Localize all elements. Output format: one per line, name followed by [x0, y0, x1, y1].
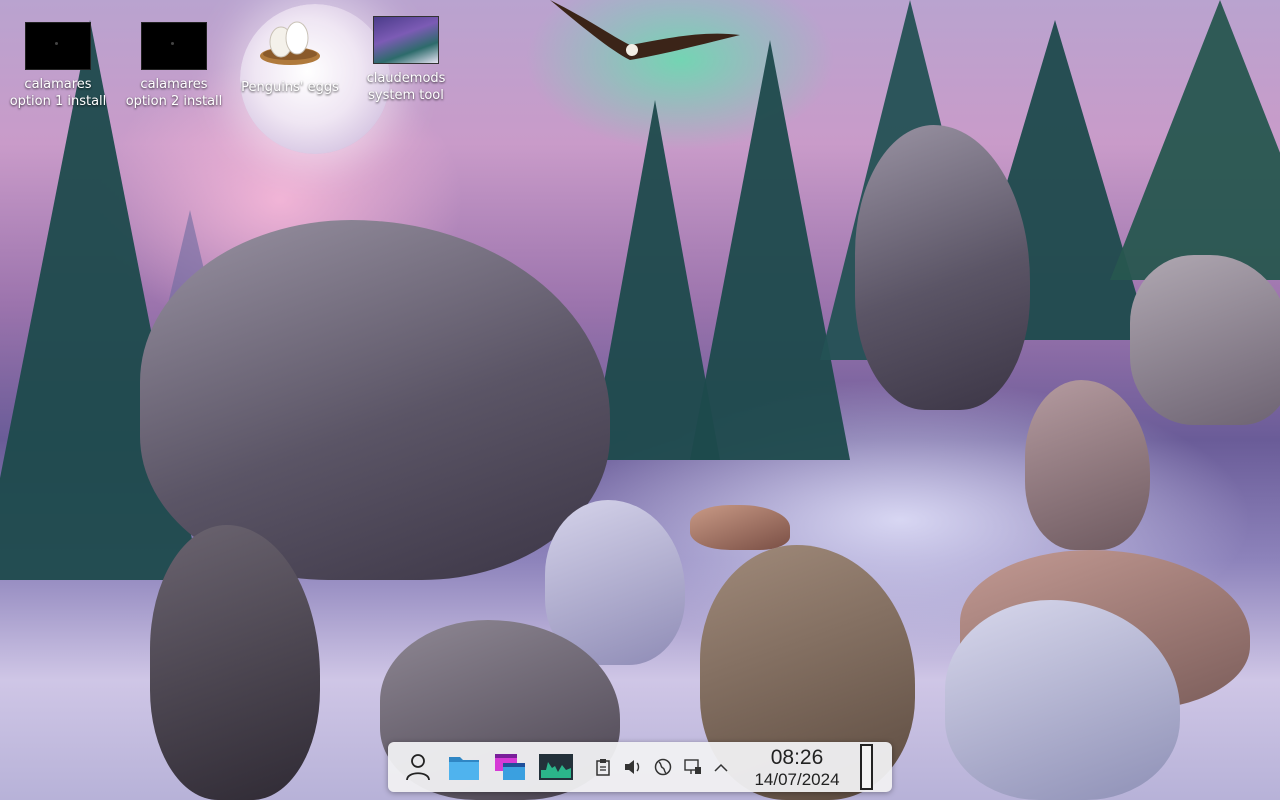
expand-tray-button[interactable] — [710, 756, 732, 778]
system-monitor-icon — [539, 754, 573, 780]
calamares-thumbnail-icon — [141, 22, 207, 70]
clipboard-tray-button[interactable] — [592, 756, 614, 778]
desktop-icon-label: calamares — [24, 77, 92, 92]
folder-icon — [449, 757, 479, 780]
desktop: calamares option 1 install calamares opt… — [0, 0, 1280, 800]
show-desktop-button[interactable] — [860, 744, 873, 790]
clipboard-icon — [596, 759, 610, 776]
desktop-icon-label: system tool — [368, 88, 444, 103]
desktop-icon-calamares-option-2[interactable]: calamares option 2 install — [119, 22, 229, 110]
window-switcher-button[interactable] — [490, 747, 530, 787]
display-network-icon — [684, 759, 701, 774]
display-network-tray-button[interactable] — [682, 756, 704, 778]
calamares-thumbnail-icon — [25, 22, 91, 70]
wallpaper-eagle — [550, 0, 740, 60]
network-globe-icon — [654, 758, 672, 776]
desktop-icon-label: Penguins' eggs — [241, 80, 339, 95]
volume-tray-button[interactable] — [622, 756, 644, 778]
clock-time[interactable]: 08:26 — [758, 746, 836, 770]
desktop-icon-label: option 2 install — [125, 94, 223, 109]
system-monitor-button[interactable] — [536, 747, 576, 787]
network-tray-button[interactable] — [652, 756, 674, 778]
windows-icon — [495, 754, 525, 780]
desktop-icon-calamares-option-1[interactable]: calamares option 1 install — [3, 22, 113, 110]
artwork-thumbnail-icon — [373, 16, 439, 64]
desktop-icon-penguins-eggs[interactable]: Penguins' eggs — [235, 14, 345, 96]
desktop-icon-claudemods-system-tool[interactable]: claudemods system tool — [351, 16, 461, 104]
desktop-icon-label: calamares — [140, 77, 208, 92]
user-menu-button[interactable] — [398, 747, 438, 787]
file-manager-button[interactable] — [444, 747, 484, 787]
desktop-icon-label: claudemods — [366, 71, 446, 86]
eggs-nest-icon — [260, 21, 320, 65]
volume-icon — [625, 760, 640, 774]
chevron-up-icon — [714, 763, 728, 772]
clock-date[interactable]: 14/07/2024 — [744, 770, 850, 790]
desktop-icon-label: option 1 install — [9, 94, 107, 109]
user-icon — [406, 754, 430, 781]
